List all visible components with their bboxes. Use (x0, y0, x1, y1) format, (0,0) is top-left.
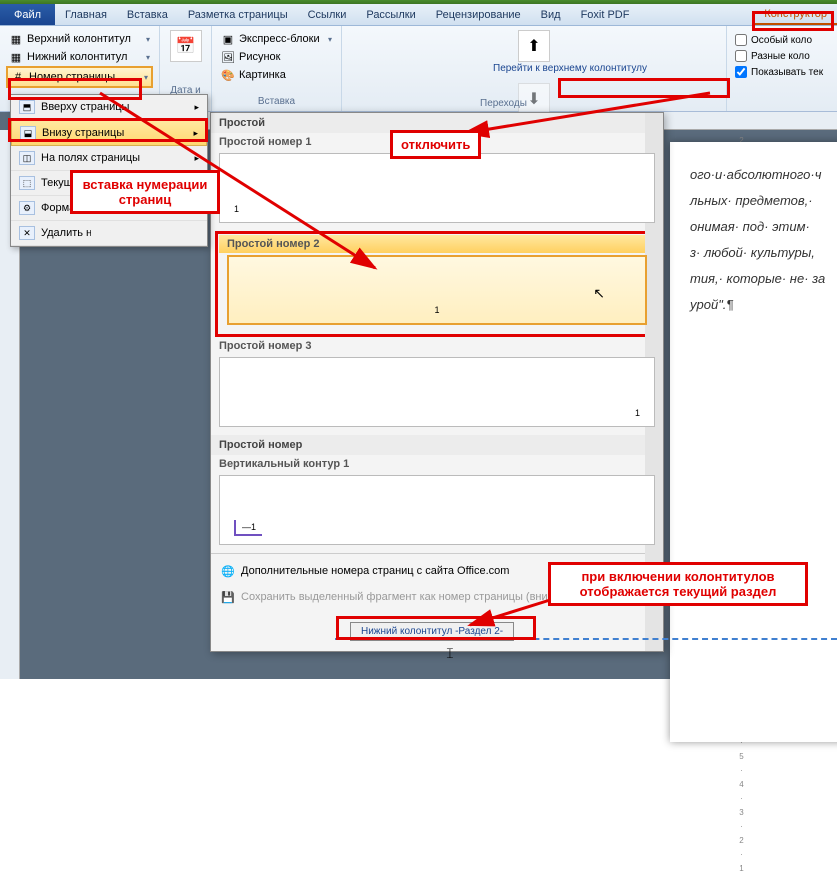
gallery-item-v1-label: Вертикальный контур 1 (211, 455, 663, 473)
office-icon: 🌐 (221, 564, 235, 578)
chevron-down-icon: ▾ (146, 35, 150, 44)
goto-header-icon[interactable]: ⬆ (518, 30, 550, 62)
picture-button[interactable]: 🖼 Рисунок (218, 48, 335, 66)
opt-different[interactable]: Разные коло (735, 48, 829, 64)
clipart-button[interactable]: 🎨 Картинка (218, 66, 335, 84)
tab-file[interactable]: Файл (0, 4, 55, 25)
footer-button[interactable]: ▦ Нижний колонтитул ▾ (6, 48, 153, 66)
page-number-button[interactable]: # Номер страницы ▾ (6, 66, 153, 88)
header-icon: ▦ (9, 32, 23, 46)
menu-top[interactable]: ⬒ Вверху страницы ▸ (11, 95, 207, 120)
tab-home[interactable]: Главная (55, 4, 117, 25)
submenu-arrow-icon: ▸ (194, 102, 199, 113)
nav-group-label: Переходы (480, 96, 527, 109)
clipart-icon: 🎨 (221, 68, 235, 82)
gallery-item-2[interactable]: 1 ↖ (227, 255, 647, 325)
tab-refs[interactable]: Ссылки (298, 4, 357, 25)
goto-header-button[interactable]: Перейти к верхнему колонтитулу (489, 62, 579, 75)
express-blocks-button[interactable]: ▣ Экспресс-блоки ▾ (218, 30, 335, 48)
pagenum-icon: # (11, 70, 25, 84)
tab-view[interactable]: Вид (531, 4, 571, 25)
gallery-item-v1[interactable]: —1 (219, 475, 655, 545)
header-button[interactable]: ▦ Верхний колонтитул ▾ (6, 30, 153, 48)
pagenum-label: Номер страницы (29, 71, 115, 83)
tab-insert[interactable]: Вставка (117, 4, 178, 25)
footer-label: Нижний колонтитул (27, 51, 127, 63)
chevron-down-icon: ▾ (144, 73, 148, 82)
ribbon-tabs: Файл Главная Вставка Разметка страницы С… (0, 4, 837, 26)
insert-group-label: Вставка (218, 94, 335, 107)
header-label: Верхний колонтитул (27, 33, 131, 45)
chevron-down-icon: ▾ (146, 53, 150, 62)
annot-insert: вставка нумерации страниц (70, 170, 220, 214)
opt-showtext[interactable]: Показывать тек (735, 64, 829, 80)
save-icon: 💾 (221, 590, 235, 604)
text-cursor: 𝙸 (445, 645, 455, 662)
footer-icon: ▦ (9, 50, 23, 64)
tab-review[interactable]: Рецензирование (426, 4, 531, 25)
annot-disable: отключить (390, 130, 481, 159)
menu-bottom[interactable]: ⬓ Внизу страницы ▸ (11, 120, 207, 146)
top-icon: ⬒ (19, 100, 35, 114)
chevron-down-icon: ▾ (328, 35, 332, 44)
picture-icon: 🖼 (221, 50, 235, 64)
blocks-icon: ▣ (221, 32, 235, 46)
format-icon: ⚙ (19, 201, 35, 215)
datetime-icon[interactable]: 📅 (170, 30, 202, 62)
gallery-item-2-label: Простой номер 2 (219, 235, 655, 253)
gallery-item-3-label: Простой номер 3 (211, 337, 663, 355)
cursor-icon: ↖ (593, 285, 605, 302)
menu-remove[interactable]: ✕ Удалить номера страниц (11, 221, 207, 246)
bottom-icon: ⬓ (20, 126, 36, 140)
margins-icon: ◫ (19, 151, 35, 165)
tab-designer[interactable]: Конструктор (754, 4, 837, 25)
document-page[interactable]: ого·и·абсолютного·ч льных· предметов,· о… (670, 142, 837, 742)
annot-section: при включении колонтитулов отображается … (548, 562, 808, 606)
tab-foxit[interactable]: Foxit PDF (571, 4, 640, 25)
gallery-item-1[interactable]: 1 (219, 153, 655, 223)
footer-section-tab[interactable]: Нижний колонтитул -Раздел 2- (350, 622, 514, 641)
tab-mail[interactable]: Рассылки (356, 4, 425, 25)
gallery-item-3[interactable]: 1 (219, 357, 655, 427)
opt-special[interactable]: Особый коло (735, 32, 829, 48)
tab-layout[interactable]: Разметка страницы (178, 4, 298, 25)
remove-icon: ✕ (19, 226, 35, 240)
gallery-section-simple2: Простой номер (211, 435, 663, 455)
menu-margins[interactable]: ◫ На полях страницы ▸ (11, 146, 207, 171)
submenu-arrow-icon: ▸ (193, 128, 198, 139)
current-icon: ⬚ (19, 176, 35, 190)
submenu-arrow-icon: ▸ (194, 153, 199, 164)
